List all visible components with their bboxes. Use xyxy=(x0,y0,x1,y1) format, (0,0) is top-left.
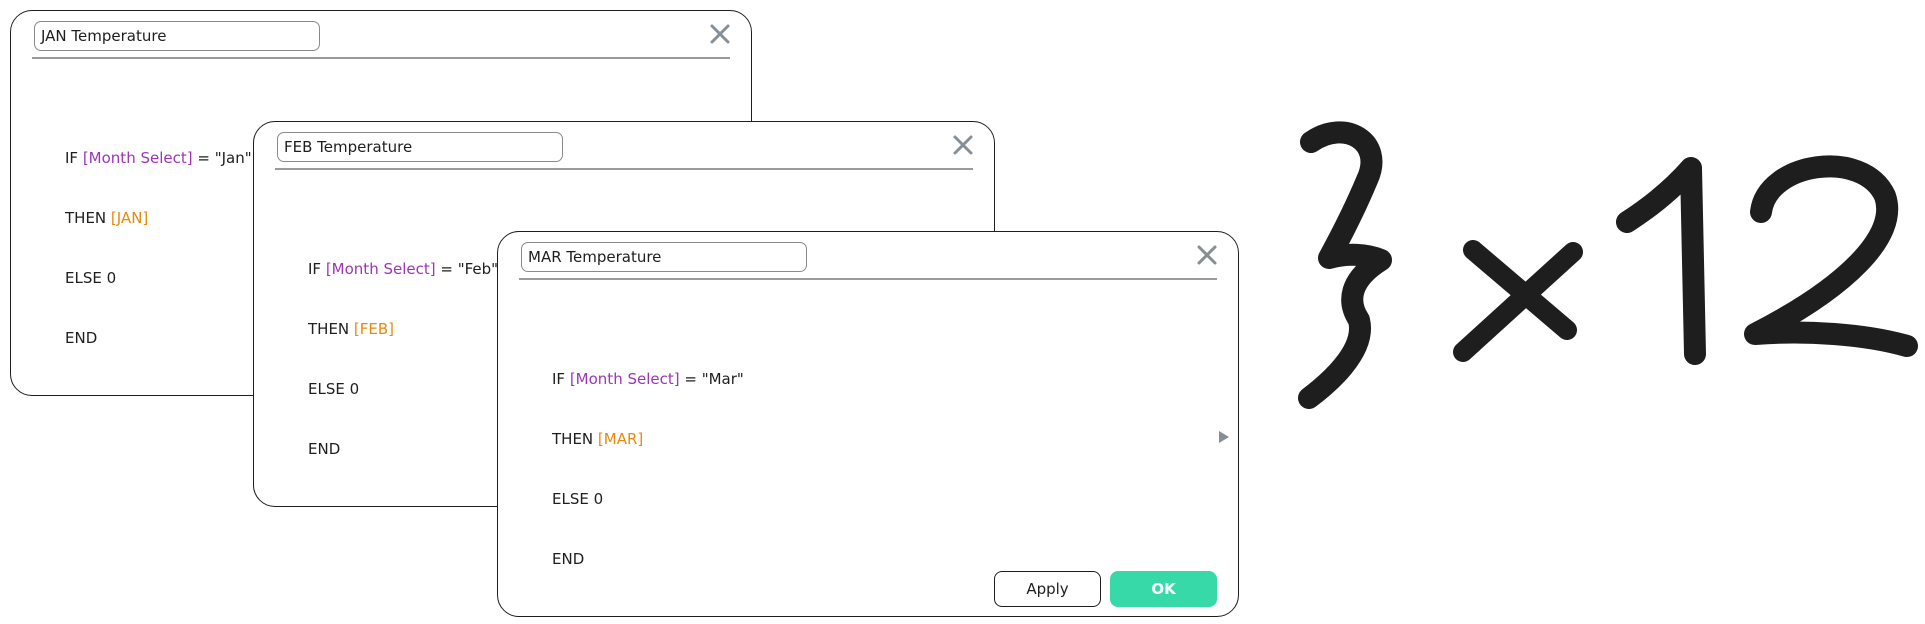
annotation-3x12 xyxy=(1285,108,1925,428)
formula-if-line: IF [Month Select] = "Jan" xyxy=(65,148,252,168)
hand-drawn-text-icon xyxy=(1298,121,1918,409)
formula-then-line: THEN [MAR] xyxy=(552,429,744,449)
close-icon[interactable] xyxy=(707,21,733,47)
formula-else-line: ELSE 0 xyxy=(308,380,360,398)
apply-button[interactable]: Apply xyxy=(994,571,1101,607)
field-reference: [Month Select] xyxy=(82,149,193,167)
close-icon[interactable] xyxy=(950,132,976,158)
value-reference: [JAN] xyxy=(110,209,149,227)
formula-if-line: IF [Month Select] = "Mar" xyxy=(552,369,744,389)
formula-end-line: END xyxy=(65,329,98,347)
formula-editor[interactable]: IF [Month Select] = "Jan" THEN [JAN] ELS… xyxy=(65,108,252,388)
calc-name-input[interactable]: FEB Temperature xyxy=(277,132,563,162)
formula-if-line: IF [Month Select] = "Feb" xyxy=(308,259,498,279)
formula-then-line: THEN [FEB] xyxy=(308,319,498,339)
keyword: IF xyxy=(65,149,83,167)
formula-editor[interactable]: IF [Month Select] = "Feb" THEN [FEB] ELS… xyxy=(308,219,498,499)
calc-name-input[interactable]: JAN Temperature xyxy=(34,21,320,51)
keyword: THEN xyxy=(308,320,354,338)
field-reference: [Month Select] xyxy=(325,260,436,278)
field-reference: [Month Select] xyxy=(569,370,680,388)
keyword: THEN xyxy=(65,209,111,227)
comparison: = "Jan" xyxy=(192,149,252,167)
value-reference: [FEB] xyxy=(353,320,395,338)
title-divider xyxy=(519,278,1217,280)
formula-else-line: ELSE 0 xyxy=(552,490,604,508)
calc-dialog-mar: MAR Temperature IF [Month Select] = "Mar… xyxy=(497,231,1239,617)
formula-end-line: END xyxy=(308,440,341,458)
formula-then-line: THEN [JAN] xyxy=(65,208,252,228)
comparison: = "Mar" xyxy=(679,370,744,388)
title-divider xyxy=(275,168,973,170)
value-reference: [MAR] xyxy=(597,430,644,448)
formula-else-line: ELSE 0 xyxy=(65,269,117,287)
ok-button[interactable]: OK xyxy=(1110,571,1217,607)
formula-end-line: END xyxy=(552,550,585,568)
title-divider xyxy=(32,57,730,59)
keyword: THEN xyxy=(552,430,598,448)
comparison: = "Feb" xyxy=(435,260,499,278)
formula-editor[interactable]: IF [Month Select] = "Mar" THEN [MAR] ELS… xyxy=(552,329,744,609)
calc-name-input[interactable]: MAR Temperature xyxy=(521,242,807,272)
keyword: IF xyxy=(552,370,570,388)
arrow-right-icon[interactable] xyxy=(1218,430,1230,444)
keyword: IF xyxy=(308,260,326,278)
close-icon[interactable] xyxy=(1194,242,1220,268)
